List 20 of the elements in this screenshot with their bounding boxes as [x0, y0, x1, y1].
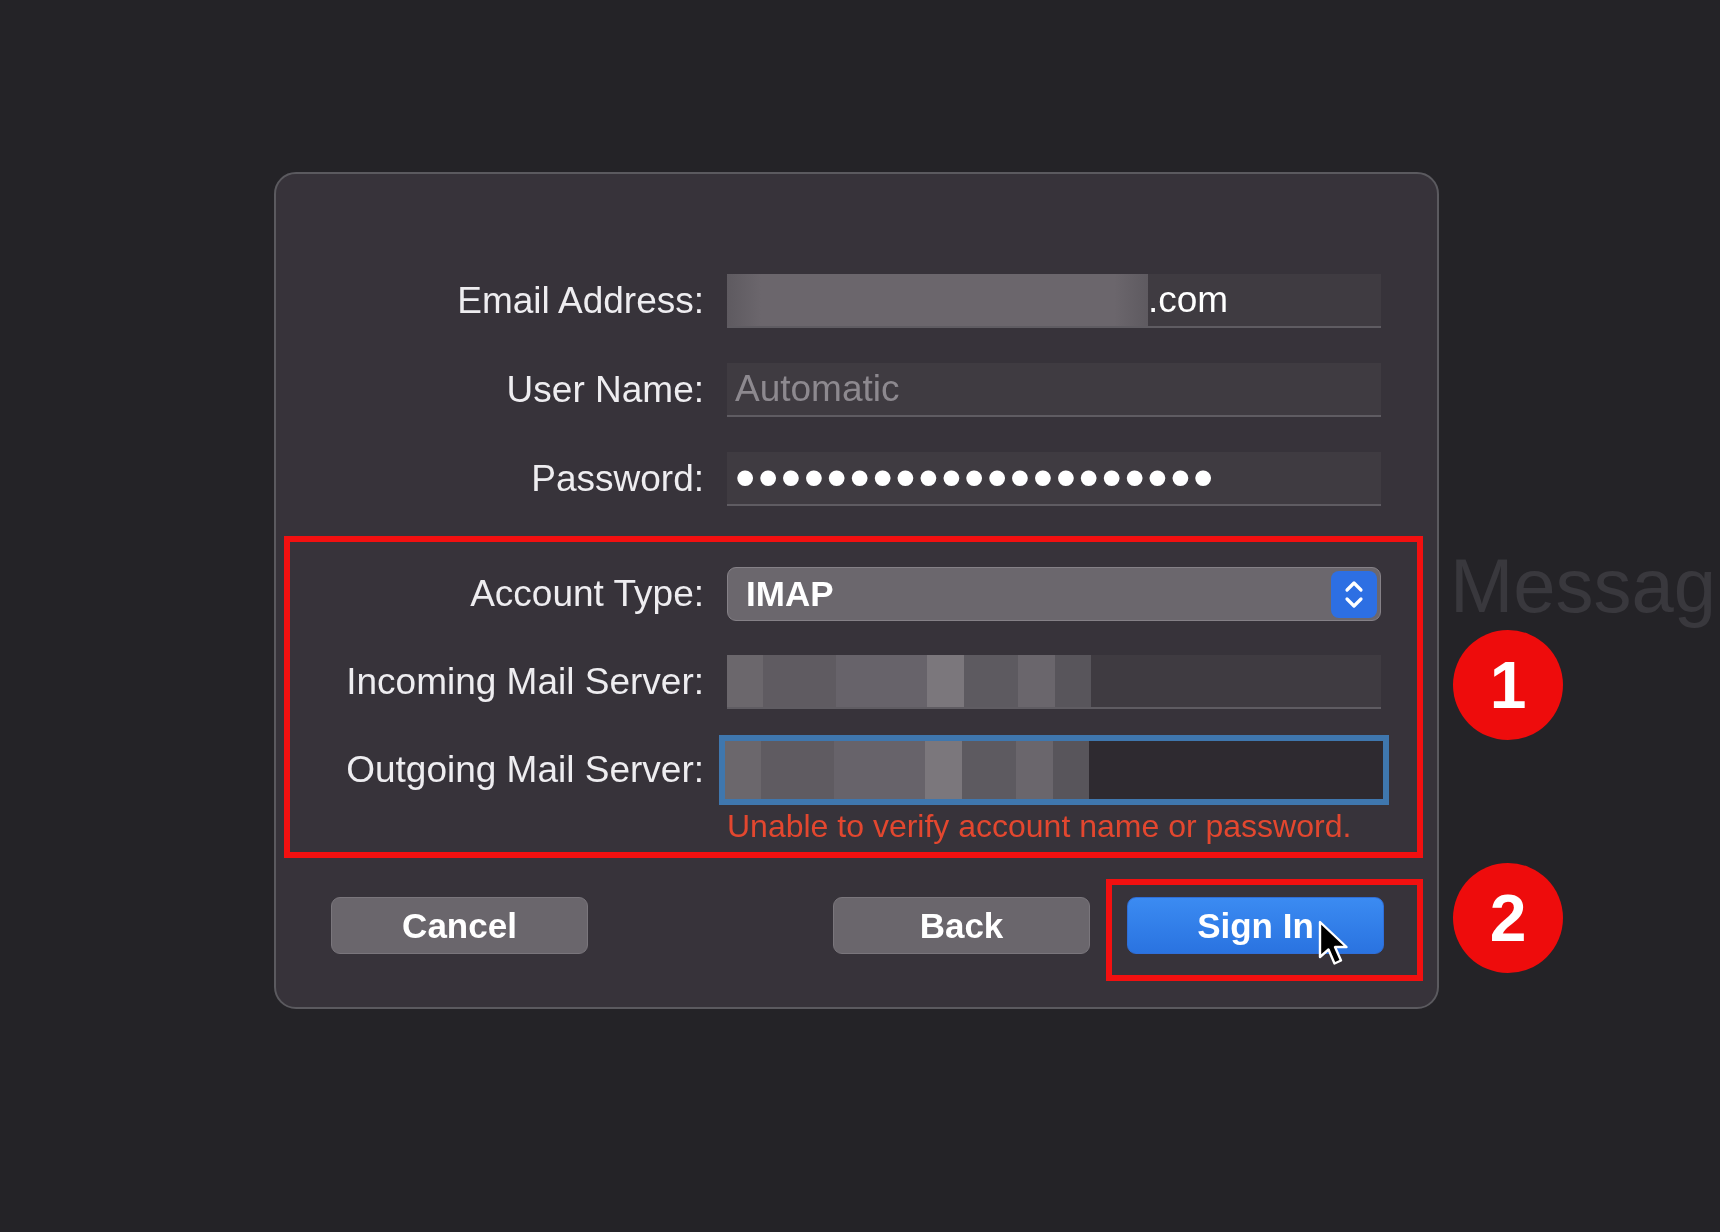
up-down-chevron-icon	[1331, 570, 1377, 618]
number-badge: 1	[1453, 630, 1563, 740]
password-field[interactable]: •••••••••••••••••••••	[727, 452, 1381, 506]
field-label: Outgoing Mail Server:	[345, 748, 704, 792]
field-label: Incoming Mail Server:	[345, 660, 704, 704]
field-label: Password:	[530, 457, 704, 501]
field-label: Email Address:	[456, 279, 704, 323]
field-label: Account Type:	[469, 572, 704, 616]
outgoing-mail-server-field[interactable]	[719, 735, 1389, 805]
incoming-mail-server-field[interactable]	[727, 655, 1381, 709]
account-type-popup-button[interactable]: IMAP	[727, 567, 1381, 621]
back-button[interactable]: Back	[833, 897, 1090, 954]
user-name-field[interactable]: Automatic	[727, 363, 1381, 417]
cancel-button[interactable]: Cancel	[331, 897, 588, 954]
error-message: Unable to verify account name or password.	[727, 807, 1353, 845]
field-label: User Name:	[505, 368, 704, 412]
email-address-field[interactable]: .com	[727, 274, 1381, 328]
number-badge: 2	[1453, 863, 1563, 973]
sign-in-button[interactable]: Sign In	[1127, 897, 1384, 954]
field-text: .com	[1148, 279, 1229, 321]
